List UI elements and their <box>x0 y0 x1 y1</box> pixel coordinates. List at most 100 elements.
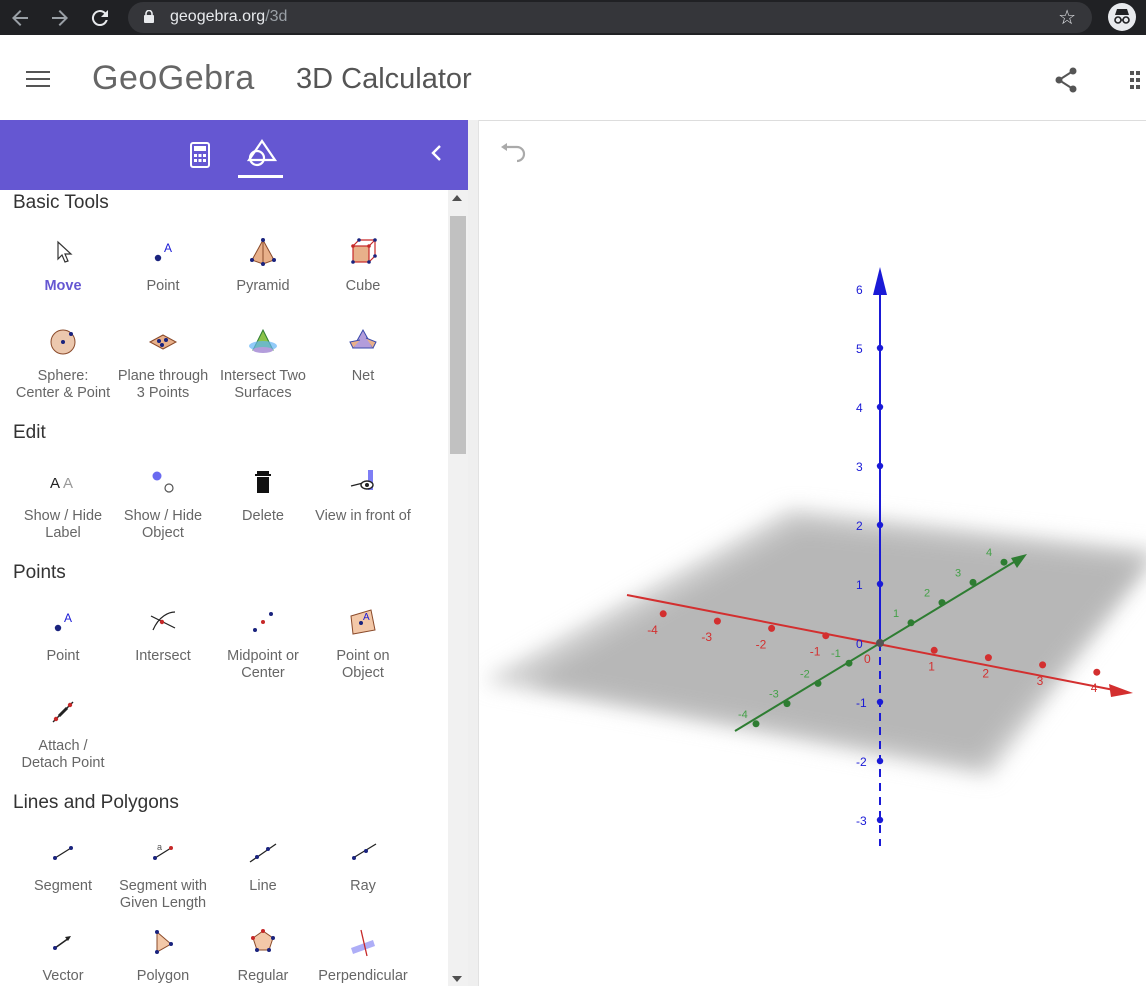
tool-view-in-front[interactable]: View in front of <box>313 466 413 525</box>
url-text: geogebra.org/3d <box>170 8 288 25</box>
line-icon <box>247 836 279 868</box>
tab-algebra[interactable] <box>190 142 210 168</box>
reload-icon <box>91 10 108 27</box>
tool-label: Midpoint or <box>227 648 299 664</box>
tool-label: Line <box>249 878 277 894</box>
x-axis-arrow <box>1109 684 1133 697</box>
svg-text:A: A <box>63 475 73 492</box>
profile-button[interactable] <box>1108 3 1136 31</box>
tool-regular-polygon[interactable]: Regular <box>213 926 313 985</box>
tool-segment-length[interactable]: a Segment with Given Length <box>113 836 213 912</box>
z-tick-point <box>876 698 884 706</box>
x-tick-point <box>984 654 992 662</box>
z-tick-label: -1 <box>856 696 867 710</box>
tools-icon <box>246 139 278 167</box>
tool-point-on-object[interactable]: A Point on Object <box>313 606 413 682</box>
tools-scrollbar[interactable] <box>448 190 468 986</box>
back-button[interactable] <box>8 6 32 30</box>
menu-button[interactable] <box>26 71 50 89</box>
tool-ray[interactable]: Ray <box>313 836 413 895</box>
bookmark-button[interactable]: ☆ <box>1058 5 1076 30</box>
geogebra-logo[interactable]: GeoGebra <box>92 59 255 98</box>
incognito-icon <box>1114 9 1130 24</box>
z-tick-label: 4 <box>856 401 863 415</box>
tool-label: Vector <box>42 968 84 984</box>
tool-label: Label <box>45 525 81 541</box>
reload-button[interactable] <box>88 6 112 30</box>
regular-polygon-icon <box>247 926 279 958</box>
section-title: Edit <box>13 422 46 443</box>
perpendicular-icon <box>347 926 379 958</box>
scroll-up-arrow[interactable] <box>452 195 462 201</box>
address-bar[interactable]: geogebra.org/3d ☆ <box>128 2 1092 33</box>
tool-show-hide-object[interactable]: Show / Hide Object <box>113 466 213 542</box>
tool-delete[interactable]: Delete <box>213 466 313 525</box>
tool-label: Intersect <box>135 648 191 664</box>
y-tick-point <box>845 659 853 667</box>
tool-cube[interactable]: Cube <box>313 236 413 295</box>
tool-sphere[interactable]: Sphere: Center & Point <box>13 326 113 402</box>
tool-label: Show / Hide <box>23 508 103 524</box>
forward-button[interactable] <box>48 6 72 30</box>
tool-label: Surfaces <box>234 385 292 401</box>
undo-button[interactable] <box>499 143 527 168</box>
tool-vector[interactable]: Vector <box>13 926 113 985</box>
tool-line[interactable]: Line <box>213 836 313 895</box>
tool-intersect-surfaces[interactable]: Intersect Two Surfaces <box>213 326 313 402</box>
section-title: Basic Tools <box>13 192 109 213</box>
panel-resize-handle[interactable] <box>468 120 479 986</box>
chevron-left-icon <box>431 145 441 161</box>
y-tick-point <box>907 619 915 627</box>
y-tick-label: -3 <box>769 689 779 701</box>
z-axis-arrow <box>873 267 887 295</box>
tool-point[interactable]: A Point <box>113 236 213 295</box>
ray-icon <box>347 836 379 868</box>
arrow-right-icon <box>52 10 68 26</box>
section-title: Points <box>13 562 66 583</box>
z-tick-label: 5 <box>856 342 863 356</box>
tool-intersect[interactable]: Intersect <box>113 606 213 665</box>
x-tick-label: 1 <box>928 659 935 673</box>
tool-polygon[interactable]: Polygon <box>113 926 213 985</box>
tool-move[interactable]: Move <box>13 236 113 295</box>
tool-show-hide-label[interactable]: AA Show / Hide Label <box>13 466 113 542</box>
undo-icon <box>501 143 526 163</box>
tool-label: Polygon <box>136 968 190 984</box>
tool-attach-detach[interactable]: Attach / Detach Point <box>13 696 113 772</box>
tab-tools[interactable] <box>246 138 278 170</box>
graphics-3d-view[interactable]: -4 -3 -2 -1 0 1 2 3 4 -4 -3 -2 -1 1 2 3 4 6 5 4 3 2 1 0 -1 -2 -3 <box>479 121 1146 986</box>
svg-text:A: A <box>363 612 370 623</box>
tool-pyramid[interactable]: Pyramid <box>213 236 313 295</box>
show-hide-object-icon <box>147 466 179 498</box>
section-title: Lines and Polygons <box>13 792 179 813</box>
delete-icon <box>247 466 279 498</box>
star-icon: ☆ <box>1058 7 1076 29</box>
tool-perpendicular[interactable]: Perpendicular <box>313 926 413 985</box>
tool-point-2[interactable]: A Point <box>13 606 113 665</box>
apps-button[interactable] <box>1130 71 1146 96</box>
y-tick-point <box>814 679 822 687</box>
share-button[interactable] <box>1054 67 1078 98</box>
point-on-object-icon: A <box>347 606 379 638</box>
collapse-panel-button[interactable] <box>428 140 444 170</box>
scrollbar-thumb[interactable] <box>450 216 466 454</box>
scroll-down-arrow[interactable] <box>452 976 462 982</box>
x-tick-point <box>1093 668 1101 676</box>
tool-label: View in front of <box>315 508 411 524</box>
z-tick-label: 6 <box>856 283 863 297</box>
tool-midpoint[interactable]: Midpoint or Center <box>213 606 313 682</box>
tool-net[interactable]: Net <box>313 326 413 385</box>
tool-label: Regular <box>237 968 289 984</box>
tool-plane-3-points[interactable]: Plane through 3 Points <box>113 326 213 402</box>
x-tick-point <box>1039 661 1047 669</box>
tool-segment[interactable]: Segment <box>13 836 113 895</box>
polygon-icon <box>147 926 179 958</box>
tool-label: Pyramid <box>236 278 290 294</box>
move-icon <box>47 236 79 268</box>
y-tick-point <box>1000 558 1008 566</box>
x-tick-label: -3 <box>701 630 712 644</box>
tool-label: Center & Point <box>15 385 111 401</box>
attach-detach-icon <box>47 696 79 728</box>
tool-label: Center <box>241 665 285 681</box>
y-tick-label: 2 <box>924 588 930 600</box>
